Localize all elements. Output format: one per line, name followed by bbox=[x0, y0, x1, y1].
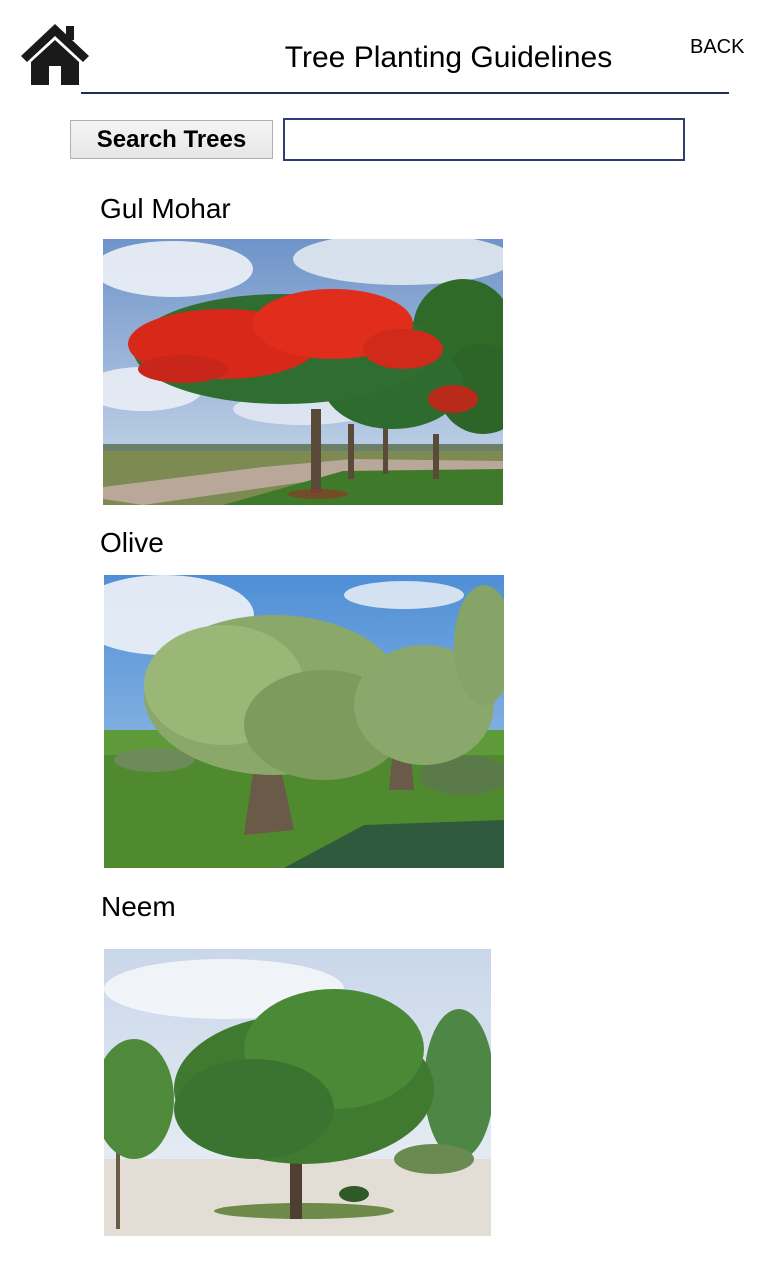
neem-photo[interactable] bbox=[104, 949, 491, 1236]
search-input[interactable] bbox=[283, 118, 685, 161]
tree-name-neem: Neem bbox=[101, 891, 176, 922]
home-icon[interactable] bbox=[21, 22, 89, 86]
tree-name-gul-mohar: Gul Mohar bbox=[100, 193, 231, 224]
gul-mohar-photo[interactable] bbox=[103, 239, 503, 505]
olive-photo[interactable] bbox=[104, 575, 504, 868]
search-trees-button[interactable]: Search Trees bbox=[70, 120, 273, 159]
page-title: Tree Planting Guidelines bbox=[284, 41, 613, 74]
back-link[interactable]: BACK bbox=[690, 36, 744, 59]
header-divider bbox=[81, 92, 729, 94]
tree-name-olive: Olive bbox=[100, 527, 164, 558]
